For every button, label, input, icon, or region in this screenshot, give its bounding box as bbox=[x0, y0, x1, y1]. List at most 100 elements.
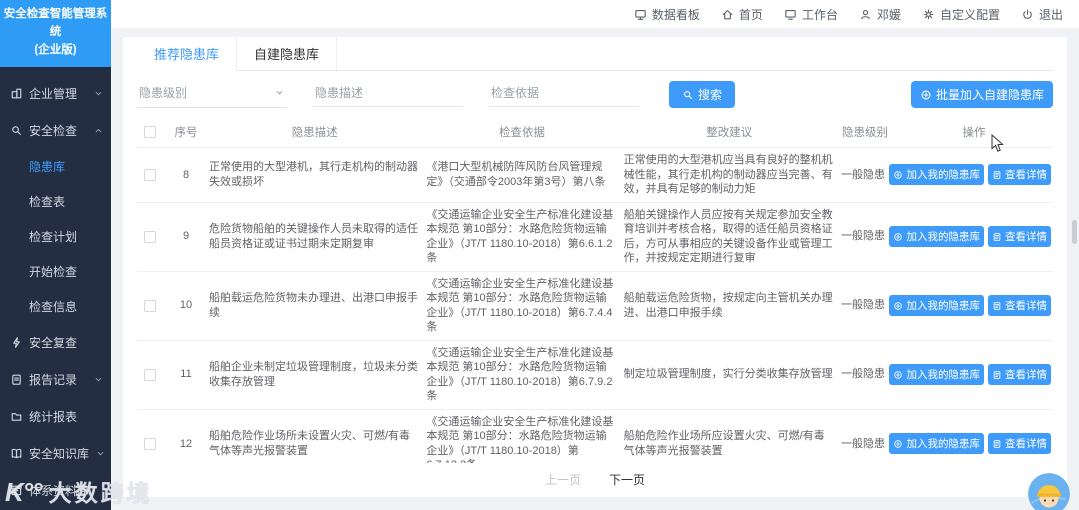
hazard-level: 一般隐患 bbox=[840, 168, 885, 181]
add-to-my-library-button[interactable]: 加入我的隐患库 bbox=[889, 164, 984, 186]
row-checkbox[interactable] bbox=[144, 299, 156, 312]
tabs: 推荐隐患库 自建隐患库 bbox=[137, 37, 1053, 71]
topbar-item-logout[interactable]: 退出 bbox=[1021, 6, 1063, 23]
chevron-down-icon bbox=[93, 374, 104, 385]
archive-icon bbox=[10, 484, 23, 497]
row-checkbox[interactable] bbox=[144, 168, 156, 181]
sidebar-item-safety-review[interactable]: 安全复查 bbox=[0, 324, 111, 361]
pagination-prev[interactable]: 上一页 bbox=[545, 471, 581, 488]
hazard-description: 船舶企业未制定垃圾管理制度，垃圾未分类收集存放管理 bbox=[209, 361, 418, 388]
hazard-level: 一般隐患 bbox=[840, 437, 885, 450]
view-details-button[interactable]: 查看详情 bbox=[987, 433, 1051, 455]
gear-icon bbox=[922, 8, 935, 21]
pagination-next[interactable]: 下一页 bbox=[609, 471, 645, 488]
plus-circle-icon bbox=[893, 170, 903, 180]
view-details-button[interactable]: 查看详情 bbox=[987, 164, 1051, 186]
add-button-label: 加入我的隐患库 bbox=[906, 438, 980, 451]
inspection-basis: 《交通运输企业安全生产标准化建设基本规范 第10部分：水路危险货物运输企业》（J… bbox=[426, 415, 614, 463]
main-area: 数据看板 首页 工作台 邓媛 自定义配置 退出 推荐隐患库 自建隐患库 隐患级别 bbox=[111, 0, 1079, 510]
table-body: 8 正常使用的大型港机，其行走机构的制动器失效或损坏 《港口大型机械防阵风防台风管理… bbox=[137, 148, 1053, 463]
add-to-my-library-button[interactable]: 加入我的隐患库 bbox=[889, 295, 984, 317]
table-row: 11 船舶企业未制定垃圾管理制度，垃圾未分类收集存放管理 《交通运输企业安全生产标准… bbox=[137, 341, 1053, 410]
topbar-item-workbench[interactable]: 工作台 bbox=[784, 6, 838, 23]
select-all-checkbox[interactable] bbox=[144, 126, 156, 138]
hazard-description-input[interactable] bbox=[313, 82, 463, 107]
view-details-button[interactable]: 查看详情 bbox=[987, 226, 1051, 248]
sidebar-item-inspection-info[interactable]: 检查信息 bbox=[0, 289, 111, 324]
column-inspection-basis: 检查依据 bbox=[498, 127, 545, 139]
row-checkbox[interactable] bbox=[144, 230, 156, 243]
row-number: 8 bbox=[182, 168, 190, 181]
view-details-button[interactable]: 查看详情 bbox=[987, 364, 1051, 386]
sidebar-item-report-records[interactable]: 报告记录 bbox=[0, 361, 111, 398]
row-checkbox[interactable] bbox=[144, 437, 156, 450]
sidebar-item-checklist[interactable]: 检查表 bbox=[0, 184, 111, 219]
topbar-item-home[interactable]: 首页 bbox=[721, 6, 763, 23]
add-to-my-library-button[interactable]: 加入我的隐患库 bbox=[889, 226, 984, 248]
rectification-suggestion: 制定垃圾管理制度，实行分类收集存放管理 bbox=[623, 368, 833, 381]
search-button[interactable]: 搜索 bbox=[669, 81, 736, 108]
tab-label: 推荐隐患库 bbox=[154, 47, 220, 62]
app-title: 安全检查智能管理系统 bbox=[3, 8, 108, 38]
helper-avatar[interactable] bbox=[1028, 473, 1070, 510]
tab-custom-hazard-library[interactable]: 自建隐患库 bbox=[237, 37, 338, 70]
tab-recommended-hazard-library[interactable]: 推荐隐患库 bbox=[137, 37, 238, 71]
column-hazard-description: 隐患描述 bbox=[291, 127, 338, 139]
search-icon bbox=[682, 89, 694, 101]
board-icon bbox=[634, 8, 647, 21]
view-button-label: 查看详情 bbox=[1004, 369, 1047, 382]
scrollbar-thumb[interactable] bbox=[1072, 220, 1077, 244]
sidebar-item-enterprise-management[interactable]: 企业管理 bbox=[0, 75, 111, 112]
inspection-basis: 《交通运输企业安全生产标准化建设基本规范 第10部分：水路危险货物运输企业》（J… bbox=[426, 208, 614, 265]
add-to-my-library-button[interactable]: 加入我的隐患库 bbox=[889, 364, 984, 386]
search-button-label: 搜索 bbox=[698, 88, 723, 102]
batch-add-button-label: 批量加入自建隐患库 bbox=[935, 88, 1044, 102]
sidebar-item-label: 安全复查 bbox=[29, 336, 78, 351]
sidebar-item-label: 报告记录 bbox=[29, 373, 78, 388]
topbar-item-label: 工作台 bbox=[801, 7, 838, 22]
sidebar-item-system-document-library[interactable]: 体系资料库 bbox=[0, 472, 111, 509]
plus-circle-icon bbox=[893, 232, 903, 242]
topbar-item-label: 数据看板 bbox=[651, 7, 700, 22]
view-icon bbox=[992, 439, 1002, 449]
inspection-basis: 《交通运输企业安全生产标准化建设基本规范 第10部分：水路危险货物运输企业》（J… bbox=[426, 277, 614, 334]
row-actions: 加入我的隐患库 查看详情 bbox=[889, 364, 1053, 386]
batch-add-to-custom-library-button[interactable]: 批量加入自建隐患库 bbox=[910, 81, 1053, 108]
sidebar: 安全检查智能管理系统 (企业版) 企业管理 安全检查 隐患库 检查表 检查计划 开始检查检… bbox=[0, 0, 111, 510]
sidebar-item-start-inspection[interactable]: 开始检查 bbox=[0, 254, 111, 289]
hazard-description: 危险货物船舶的关键操作人员未取得的适任船员资格证或证书过期未定期复审 bbox=[209, 223, 418, 250]
topbar-item-label: 退出 bbox=[1038, 7, 1063, 22]
topbar-item-custom-config[interactable]: 自定义配置 bbox=[922, 6, 1000, 23]
view-details-button[interactable]: 查看详情 bbox=[987, 295, 1051, 317]
building-icon bbox=[10, 87, 23, 100]
add-button-label: 加入我的隐患库 bbox=[906, 300, 980, 313]
row-checkbox[interactable] bbox=[144, 368, 156, 381]
rectification-suggestion: 船舶载运危险货物，按规定向主管机关办理进、出港口申报手续 bbox=[623, 292, 833, 319]
view-button-label: 查看详情 bbox=[1004, 231, 1047, 244]
filter-row: 隐患级别 搜索 批量加入自建隐患库 bbox=[137, 71, 1053, 117]
hazard-level-select[interactable]: 隐患级别 bbox=[137, 81, 287, 108]
sidebar-item-label: 体系资料库 bbox=[29, 484, 90, 499]
add-to-my-library-button[interactable]: 加入我的隐患库 bbox=[889, 433, 984, 455]
view-icon bbox=[992, 370, 1002, 380]
sidebar-item-statistics-report[interactable]: 统计报表 bbox=[0, 398, 111, 435]
table-row: 8 正常使用的大型港机，其行走机构的制动器失效或损坏 《港口大型机械防阵风防台风管理… bbox=[137, 148, 1053, 203]
view-button-label: 查看详情 bbox=[1004, 438, 1047, 451]
sidebar-item-safety-inspection[interactable]: 安全检查 bbox=[0, 112, 111, 149]
view-icon bbox=[992, 170, 1002, 180]
sidebar-item-safety-knowledge-base[interactable]: 安全知识库 bbox=[0, 435, 111, 472]
row-actions: 加入我的隐患库 查看详情 bbox=[889, 295, 1053, 317]
sidebar-item-inspection-plan[interactable]: 检查计划 bbox=[0, 219, 111, 254]
view-icon bbox=[992, 232, 1002, 242]
column-rectification-suggestion: 整改建议 bbox=[706, 127, 753, 139]
topbar-item-data-dashboard[interactable]: 数据看板 bbox=[634, 6, 700, 23]
topbar-item-user[interactable]: 邓媛 bbox=[859, 6, 901, 23]
inspection-basis-input[interactable] bbox=[489, 82, 639, 107]
row-actions: 加入我的隐患库 查看详情 bbox=[889, 226, 1053, 248]
table-row: 12 船舶危险作业场所未设置火灾、可燃/有毒气体等声光报警装置 《交通运输企业安全生… bbox=[137, 410, 1053, 463]
helper-avatar-icon bbox=[1028, 473, 1070, 510]
sidebar-item-hazard-library[interactable]: 隐患库 bbox=[0, 149, 111, 184]
app-logo: 安全检查智能管理系统 (企业版) bbox=[0, 0, 111, 68]
row-actions: 加入我的隐患库 查看详情 bbox=[889, 433, 1053, 455]
rectification-suggestion: 正常使用的大型港机应当具有良好的整机机械性能，其行走机构的制动器应当完善、有效，… bbox=[623, 154, 833, 196]
